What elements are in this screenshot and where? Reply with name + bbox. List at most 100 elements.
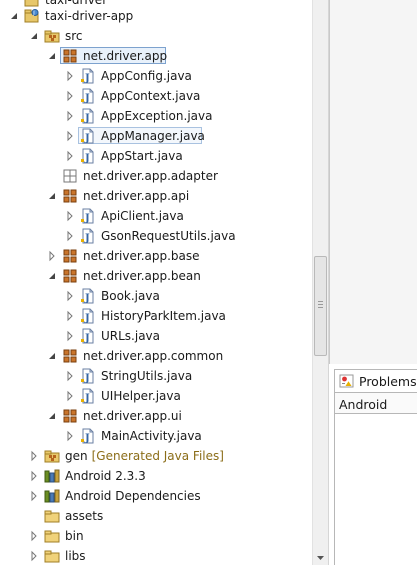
java-file-icon: J <box>81 208 94 224</box>
eclipse-window: Jtaxi-driverJtaxi-driver-appsrcnet.drive… <box>0 0 417 565</box>
tree-item[interactable]: net.driver.app <box>0 46 312 66</box>
empty-editor-area <box>329 0 417 364</box>
tree-item-label: UIHelper.java <box>101 389 181 403</box>
expanded-arrow-icon[interactable] <box>46 270 58 282</box>
tree-item-decoration: [Generated Java Files] <box>91 449 224 463</box>
tree-item[interactable]: J HistoryParkItem.java <box>0 306 312 326</box>
tree-item[interactable]: J ApiClient.java <box>0 206 312 226</box>
collapsed-arrow-icon[interactable] <box>64 210 76 222</box>
collapsed-arrow-icon[interactable] <box>64 150 76 162</box>
problems-icon <box>339 374 354 388</box>
tree-item-label: URLs.java <box>101 329 160 343</box>
svg-text:J: J <box>84 233 90 244</box>
tree-item[interactable]: J AppContext.java <box>0 86 312 106</box>
tree-item[interactable]: net.driver.app.bean <box>0 266 312 286</box>
collapsed-arrow-icon[interactable] <box>64 70 76 82</box>
tree-item[interactable]: libs <box>0 546 312 565</box>
svg-text:J: J <box>84 113 90 124</box>
package-icon <box>63 249 77 263</box>
tab-problems[interactable]: Problems <box>334 369 417 392</box>
tree-item-text: assets <box>65 509 104 523</box>
tree-item-text: taxi-driver-app <box>45 9 134 23</box>
collapsed-arrow-icon[interactable] <box>64 330 76 342</box>
collapsed-arrow-icon[interactable] <box>28 530 40 542</box>
tree-item[interactable]: J URLs.java <box>0 326 312 346</box>
package-icon <box>63 189 77 203</box>
collapsed-arrow-icon[interactable] <box>28 450 40 462</box>
tree-item-label: Android Dependencies <box>65 489 201 503</box>
tree-item[interactable]: J UIHelper.java <box>0 386 312 406</box>
tree-item[interactable]: J AppManager.java <box>0 126 312 146</box>
expanded-arrow-icon[interactable] <box>46 410 58 422</box>
tree-item-text: bin <box>65 529 84 543</box>
tree-item[interactable]: Android Dependencies <box>0 486 312 506</box>
collapsed-arrow-icon[interactable] <box>28 550 40 562</box>
tree-item-label: net.driver.app.api <box>83 189 189 203</box>
folder-icon <box>44 550 60 563</box>
svg-text:J: J <box>84 153 90 164</box>
expanded-arrow-icon[interactable] <box>8 10 20 22</box>
java-file-icon: J <box>81 128 94 144</box>
tree-item[interactable]: net.driver.app.common <box>0 346 312 366</box>
expanded-arrow-icon[interactable] <box>46 190 58 202</box>
tree-item-text: UIHelper.java <box>101 389 181 403</box>
tree-item-text: HistoryParkItem.java <box>101 309 226 323</box>
tree-item[interactable]: net.driver.app.api <box>0 186 312 206</box>
collapsed-arrow-icon[interactable] <box>28 470 40 482</box>
collapsed-arrow-icon[interactable] <box>64 90 76 102</box>
tree-item[interactable]: J StringUtils.java <box>0 366 312 386</box>
expanded-arrow-icon[interactable] <box>46 350 58 362</box>
tree-item[interactable]: assets <box>0 506 312 526</box>
tree-item-label: StringUtils.java <box>101 369 192 383</box>
tree-item[interactable]: net.driver.app.adapter <box>0 166 312 186</box>
svg-text:J: J <box>84 313 90 324</box>
tree-item-label: libs <box>65 549 86 563</box>
tree-item[interactable]: src <box>0 26 312 46</box>
column-header-label: Android <box>339 397 388 412</box>
tree-item[interactable]: Jtaxi-driver-app <box>0 6 312 26</box>
svg-text:J: J <box>32 11 34 17</box>
tree-item[interactable]: J MainActivity.java <box>0 426 312 446</box>
tree-item-label: AppException.java <box>101 109 212 123</box>
package-explorer-tree: Jtaxi-driverJtaxi-driver-appsrcnet.drive… <box>0 0 312 565</box>
tree-item-label: net.driver.app.common <box>83 349 223 363</box>
expanded-arrow-icon[interactable] <box>28 30 40 42</box>
problems-list <box>334 414 417 565</box>
tree-item[interactable]: net.driver.app.base <box>0 246 312 266</box>
collapsed-arrow-icon[interactable] <box>64 230 76 242</box>
collapsed-arrow-icon[interactable] <box>64 130 76 142</box>
vertical-scrollbar[interactable] <box>312 0 329 565</box>
tree-item-label: AppStart.java <box>101 149 183 163</box>
collapsed-arrow-icon[interactable] <box>64 110 76 122</box>
java-file-icon: J <box>81 148 94 164</box>
tree-item[interactable]: J AppException.java <box>0 106 312 126</box>
tree-item[interactable]: Android 2.3.3 <box>0 466 312 486</box>
scrollbar-thumb[interactable] <box>314 256 327 356</box>
tree-item[interactable]: J AppStart.java <box>0 146 312 166</box>
collapsed-arrow-icon[interactable] <box>28 490 40 502</box>
collapsed-arrow-icon[interactable] <box>64 430 76 442</box>
svg-text:J: J <box>84 133 90 144</box>
thumb-grip-line <box>318 304 323 305</box>
scroll-down-arrow-icon[interactable] <box>313 550 328 565</box>
collapsed-arrow-icon[interactable] <box>64 290 76 302</box>
collapsed-arrow-icon[interactable] <box>64 310 76 322</box>
collapsed-arrow-icon[interactable] <box>64 390 76 402</box>
tree-item-label: assets <box>65 509 103 523</box>
java-file-icon: J <box>81 68 94 84</box>
tree-item[interactable]: gen [Generated Java Files] <box>0 446 312 466</box>
tree-item-label: MainActivity.java <box>101 429 202 443</box>
java-file-icon: J <box>81 308 94 324</box>
tree-item[interactable]: net.driver.app.ui <box>0 406 312 426</box>
tree-item[interactable]: J Book.java <box>0 286 312 306</box>
tree-item[interactable]: J AppConfig.java <box>0 66 312 86</box>
column-header-android[interactable]: Android <box>334 392 417 414</box>
tree-item-label: Android 2.3.3 <box>65 469 146 483</box>
tree-item[interactable]: J GsonRequestUtils.java <box>0 226 312 246</box>
collapsed-arrow-icon[interactable] <box>64 370 76 382</box>
tree-item[interactable]: bin <box>0 526 312 546</box>
expanded-arrow-icon[interactable] <box>46 50 58 62</box>
package-icon <box>63 349 77 363</box>
problems-view-pane: Problems Android <box>329 0 417 565</box>
collapsed-arrow-icon[interactable] <box>46 250 58 262</box>
